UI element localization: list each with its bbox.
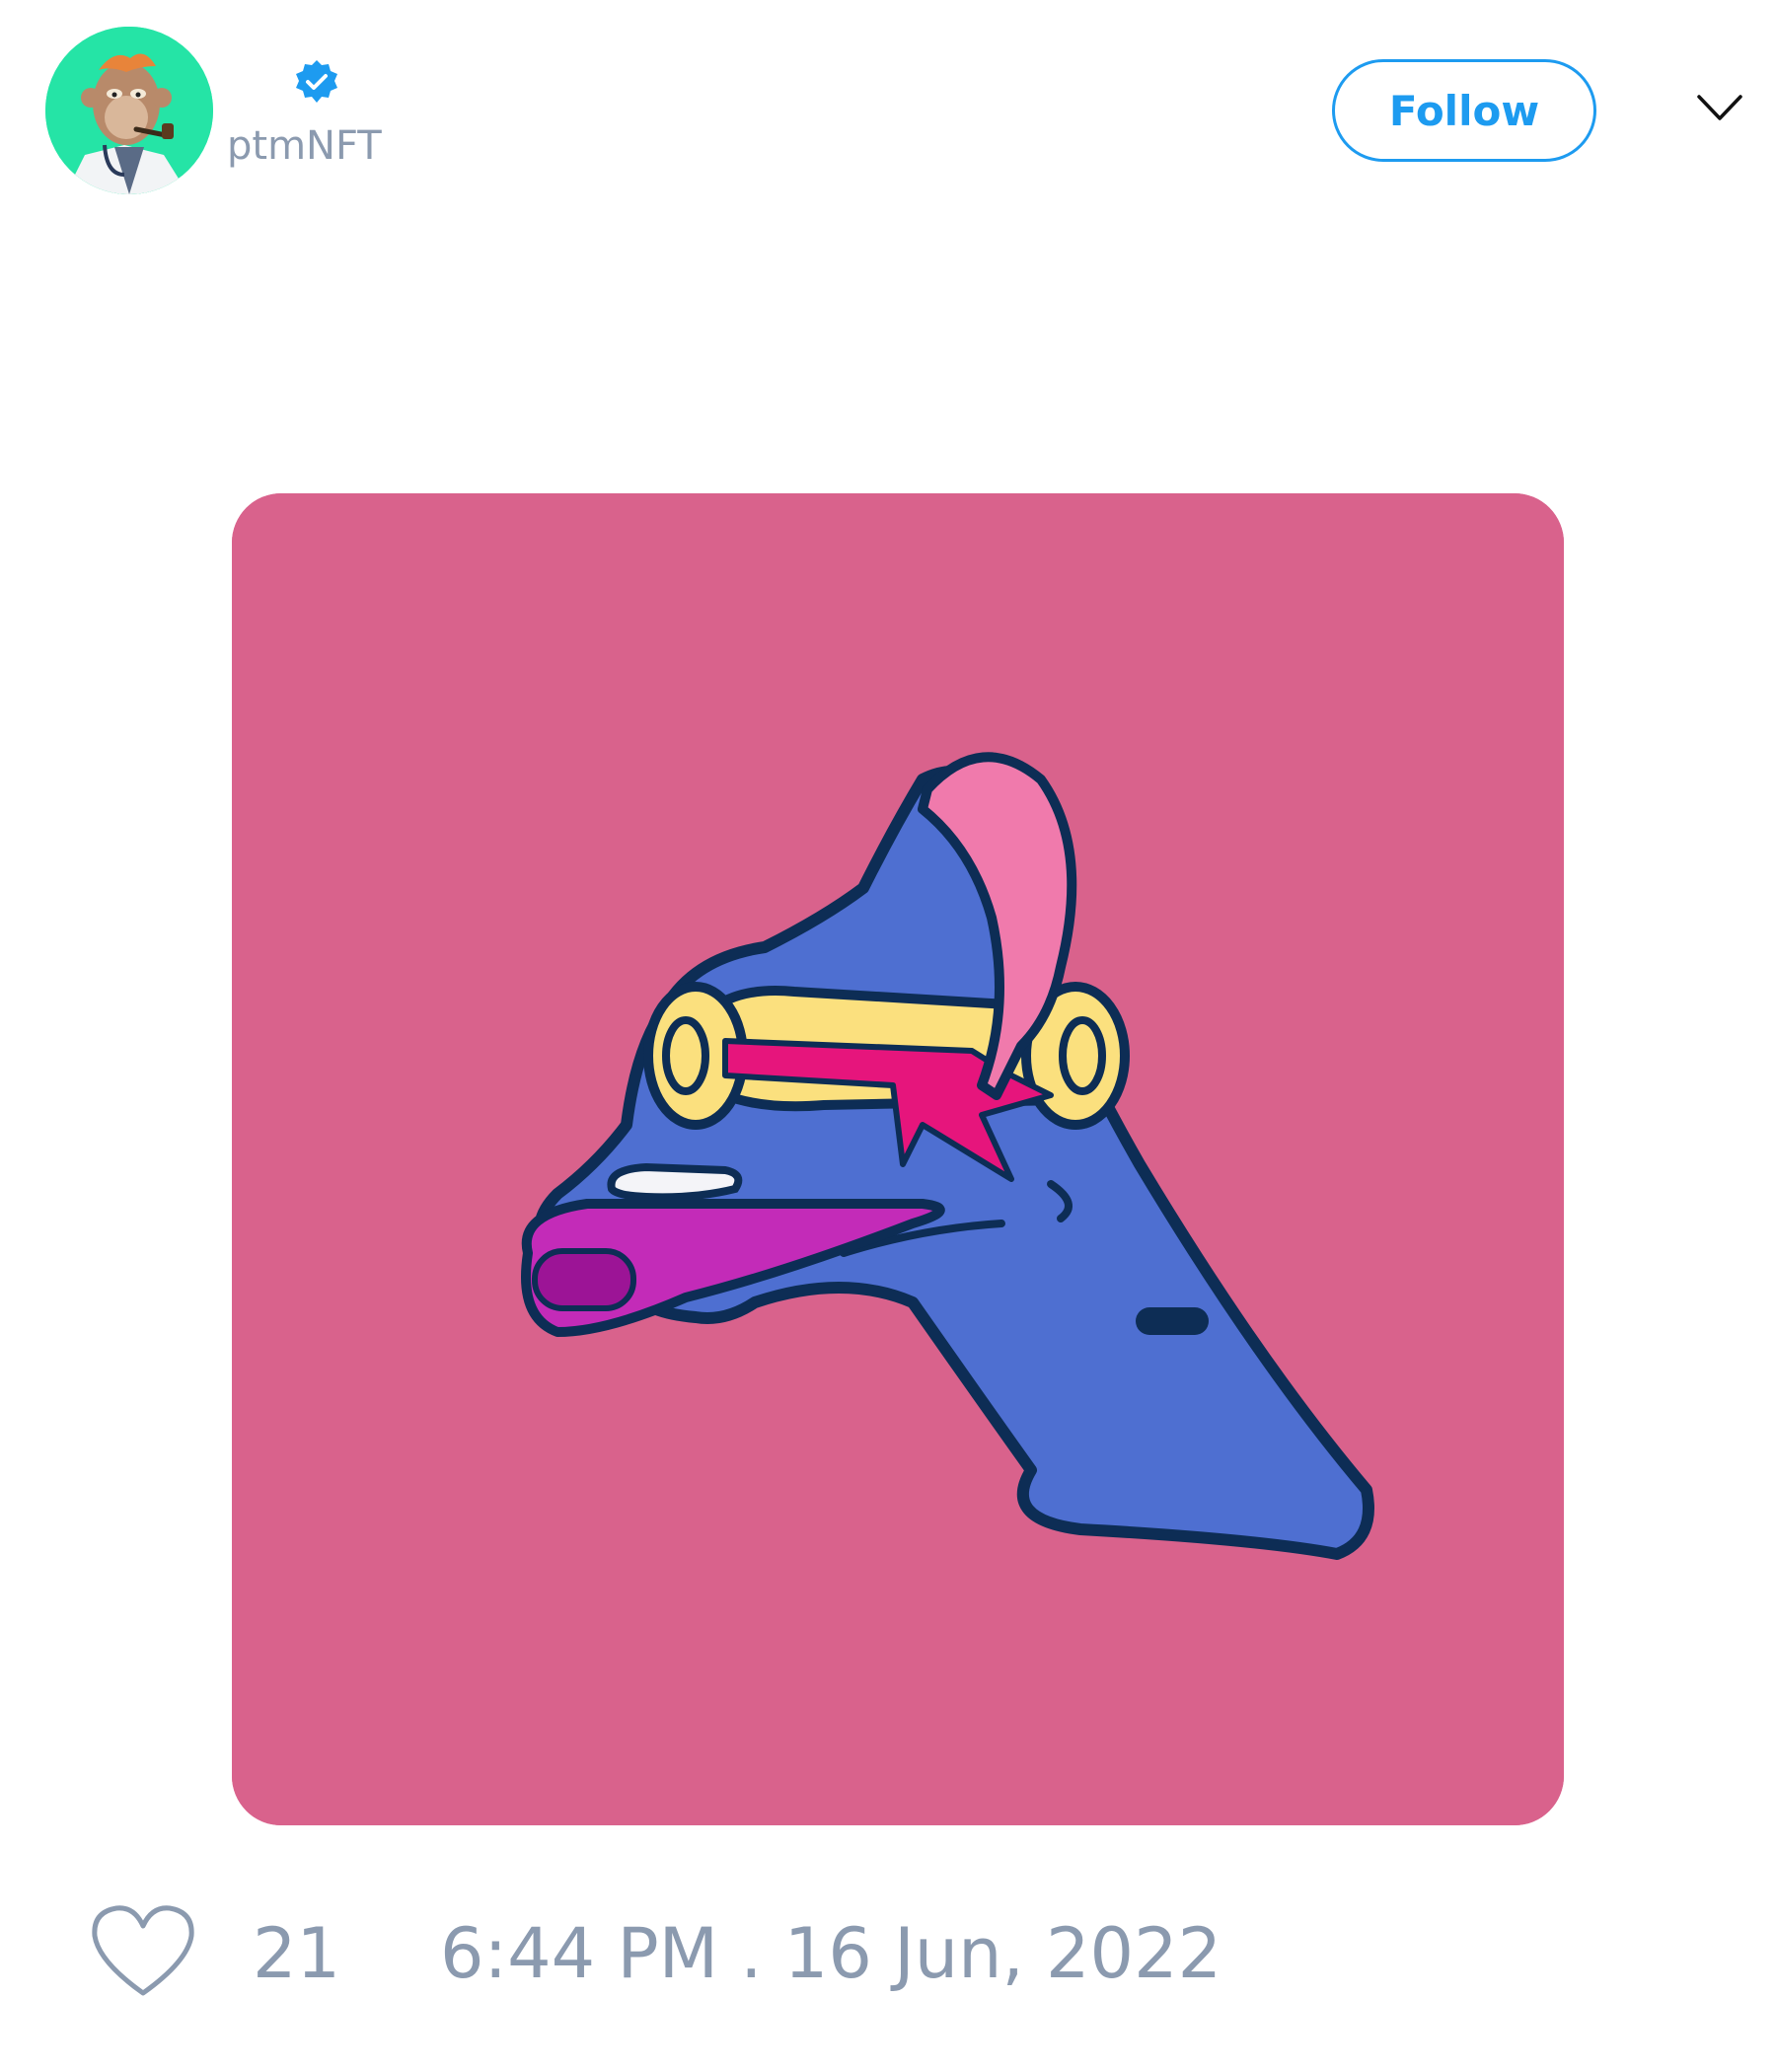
like-count: 21 — [253, 1913, 341, 1994]
chevron-down-icon[interactable] — [1695, 91, 1744, 126]
heart-icon[interactable] — [89, 1902, 197, 2001]
tweet-timestamp[interactable]: 6:44 PM . 16 Jun, 2022 — [440, 1919, 1221, 1988]
follow-button[interactable]: Follow — [1332, 59, 1596, 162]
verified-badge-icon — [296, 60, 337, 103]
bored-ape-avatar-icon — [45, 27, 213, 194]
tweet-media-image[interactable] — [232, 493, 1564, 1825]
nft-artwork — [232, 493, 1564, 1825]
author-avatar[interactable] — [45, 27, 213, 194]
author-handle[interactable]: ptmNFT — [227, 126, 382, 166]
